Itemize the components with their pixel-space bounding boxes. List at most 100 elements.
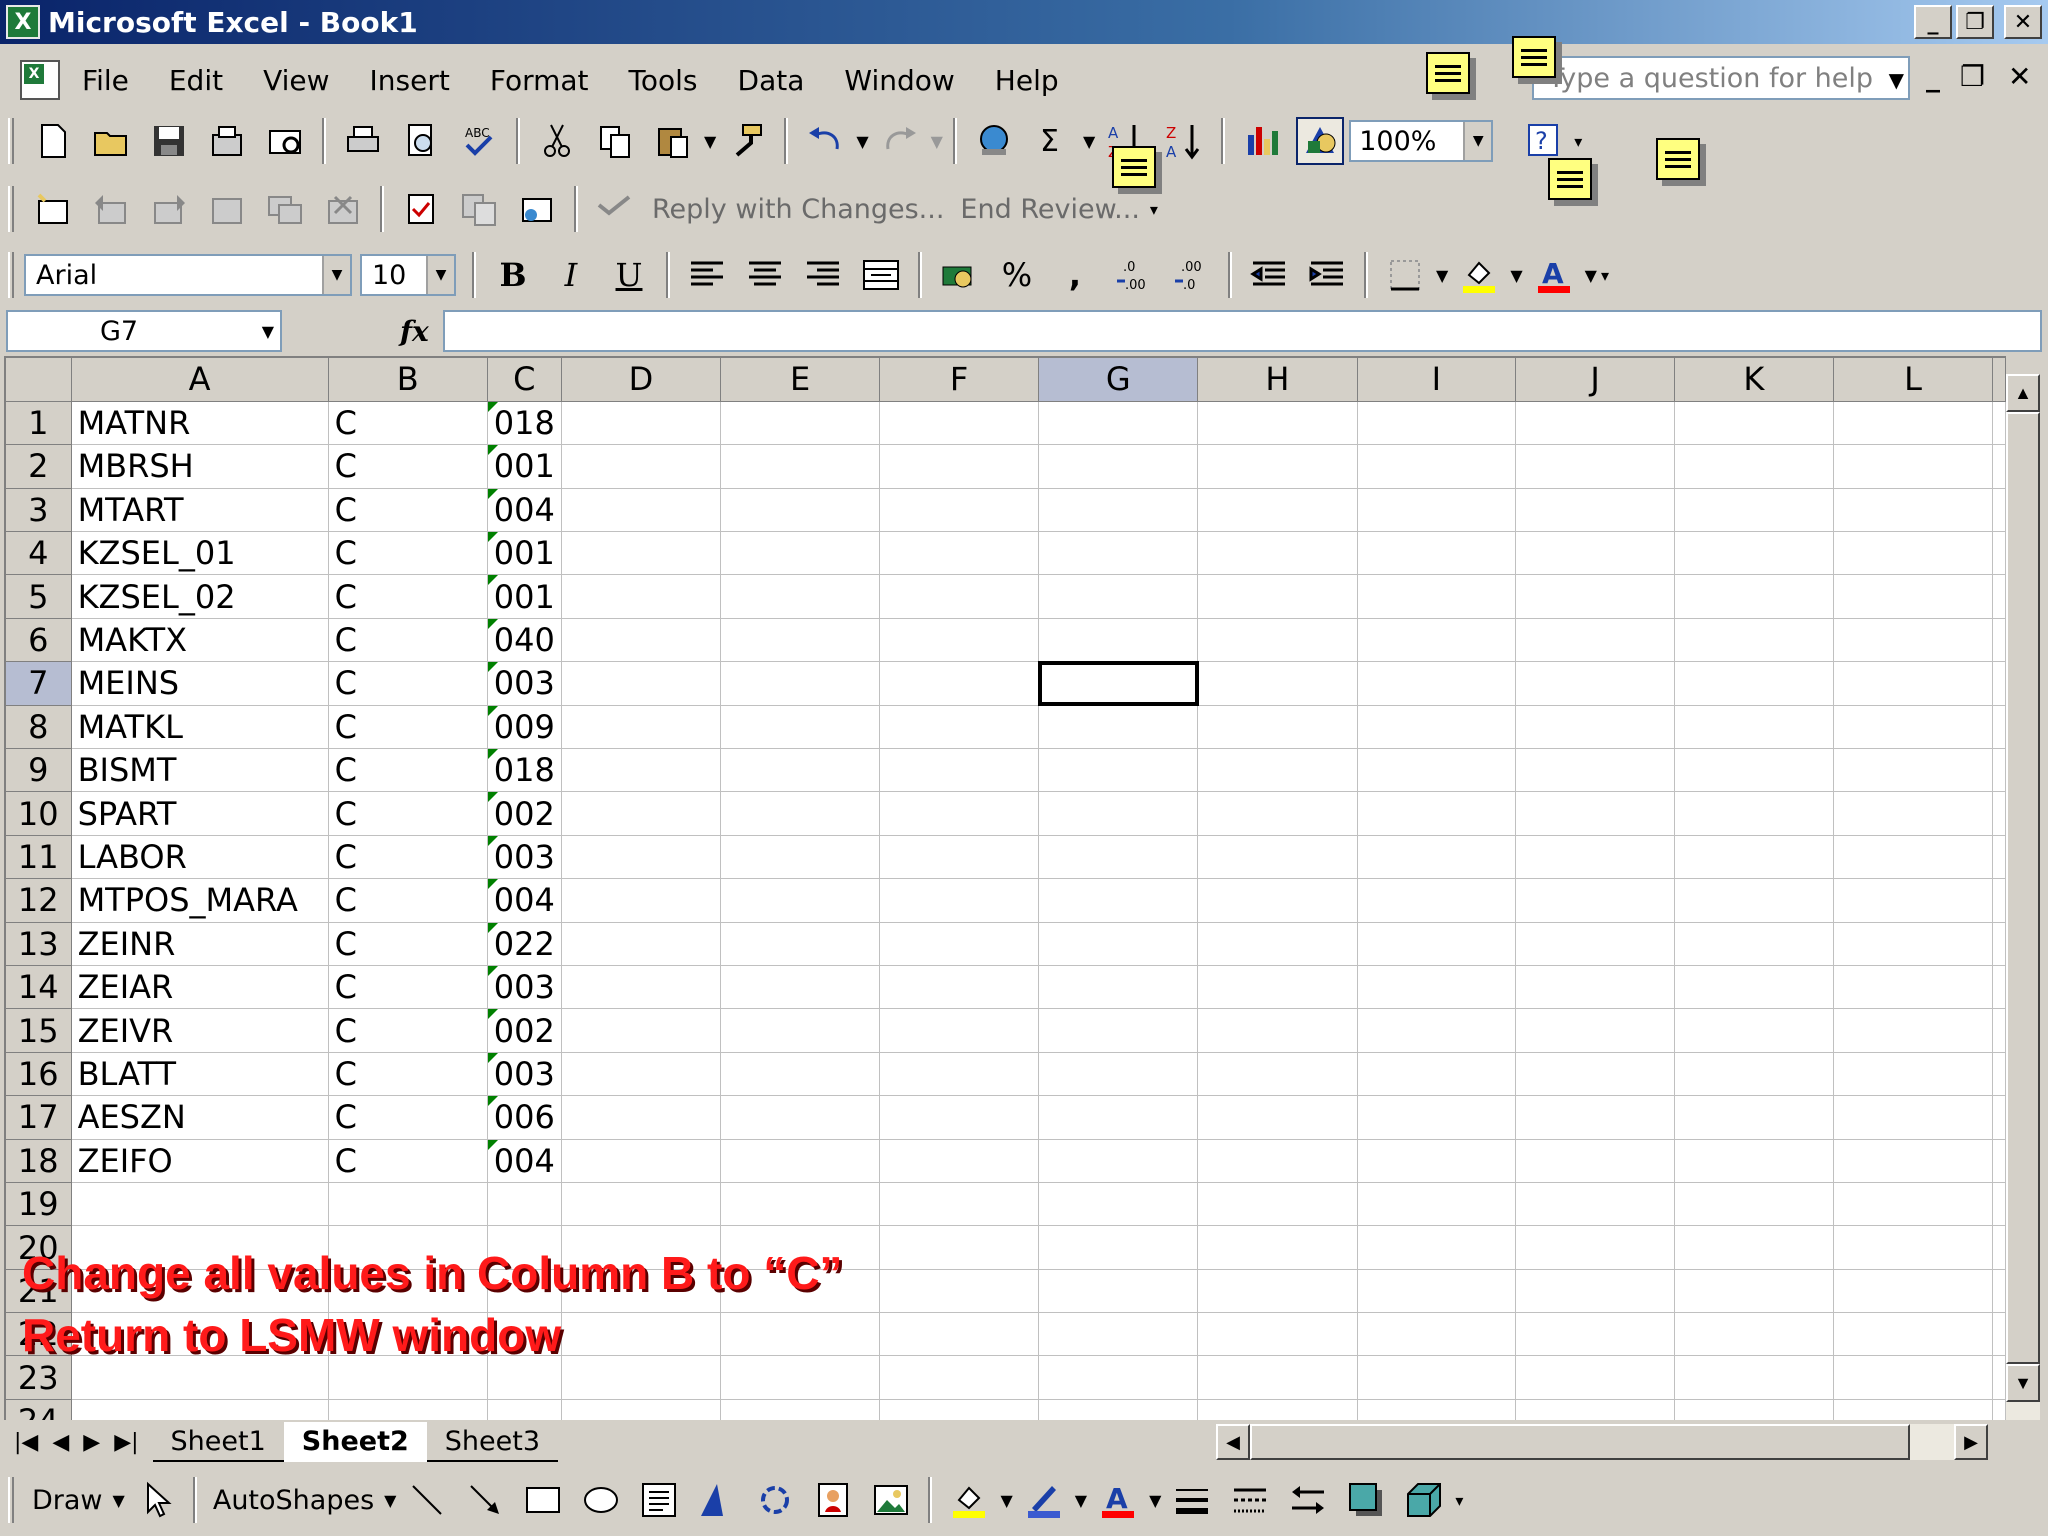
cell-f13[interactable] bbox=[879, 922, 1040, 966]
cell-a13[interactable]: ZEINR bbox=[71, 922, 329, 966]
cell-i24[interactable] bbox=[1357, 1399, 1517, 1420]
sticky-note-icon[interactable] bbox=[1112, 146, 1156, 188]
cell-f7[interactable] bbox=[879, 661, 1040, 706]
cell-l6[interactable] bbox=[1833, 618, 1994, 663]
cell-j22[interactable] bbox=[1515, 1312, 1675, 1357]
cell-h19[interactable] bbox=[1197, 1182, 1358, 1227]
cell-l14[interactable] bbox=[1833, 965, 1994, 1010]
cell-a2[interactable]: MBRSH bbox=[71, 444, 329, 489]
cell-a17[interactable]: AESZN bbox=[71, 1095, 329, 1140]
next-comment-icon[interactable] bbox=[145, 185, 193, 233]
cell-k19[interactable] bbox=[1674, 1182, 1834, 1227]
cell-g19[interactable] bbox=[1038, 1182, 1199, 1227]
next-sheet-icon[interactable]: ▶ bbox=[83, 1430, 100, 1455]
cell-l13[interactable] bbox=[1833, 922, 1994, 966]
cell-g15[interactable] bbox=[1038, 1008, 1199, 1053]
cell-i4[interactable] bbox=[1357, 531, 1517, 576]
cell-k6[interactable] bbox=[1674, 618, 1834, 663]
cell-d1[interactable] bbox=[561, 401, 722, 446]
cell-i22[interactable] bbox=[1357, 1312, 1517, 1357]
cell-f4[interactable] bbox=[879, 531, 1040, 576]
cell-d14[interactable] bbox=[561, 965, 722, 1010]
email-icon[interactable] bbox=[261, 117, 309, 165]
cell-m24[interactable] bbox=[1992, 1399, 2006, 1420]
cell-i2[interactable] bbox=[1357, 444, 1517, 489]
cell-l21[interactable] bbox=[1833, 1269, 1994, 1314]
cell-e9[interactable] bbox=[720, 748, 881, 793]
cell-h6[interactable] bbox=[1197, 618, 1358, 663]
cell-h13[interactable] bbox=[1197, 922, 1358, 966]
cell-l7[interactable] bbox=[1833, 661, 1994, 706]
cell-e2[interactable] bbox=[720, 444, 881, 489]
cell-h21[interactable] bbox=[1197, 1269, 1358, 1314]
cell-m14[interactable] bbox=[1992, 965, 2006, 1010]
font-color-dropdown-icon[interactable]: ▼ bbox=[1585, 266, 1597, 285]
cell-f5[interactable] bbox=[879, 574, 1040, 619]
font-size-dropdown-icon[interactable]: ▼ bbox=[426, 256, 454, 294]
cell-f9[interactable] bbox=[879, 748, 1040, 793]
cell-i20[interactable] bbox=[1357, 1225, 1517, 1270]
cell-c12[interactable]: 004 bbox=[487, 878, 562, 923]
reply-with-changes-button[interactable]: Reply with Changes... bbox=[652, 194, 944, 225]
hyperlink-icon[interactable] bbox=[970, 117, 1018, 165]
cell-i13[interactable] bbox=[1357, 922, 1517, 966]
column-header-c[interactable]: C bbox=[487, 358, 562, 402]
cell-l8[interactable] bbox=[1833, 705, 1994, 750]
cell-e19[interactable] bbox=[720, 1182, 881, 1227]
cell-k10[interactable] bbox=[1674, 791, 1834, 836]
cell-a8[interactable]: MATKL bbox=[71, 705, 329, 750]
end-review-button[interactable]: End Review... bbox=[960, 194, 1140, 225]
cell-e18[interactable] bbox=[720, 1139, 881, 1183]
cell-e3[interactable] bbox=[720, 488, 881, 533]
merge-center-icon[interactable] bbox=[857, 251, 905, 299]
cell-d24[interactable] bbox=[561, 1399, 722, 1420]
cell-l15[interactable] bbox=[1833, 1008, 1994, 1053]
workbook-icon[interactable] bbox=[20, 60, 60, 100]
cell-i10[interactable] bbox=[1357, 791, 1517, 836]
cell-i14[interactable] bbox=[1357, 965, 1517, 1010]
italic-button[interactable]: I bbox=[547, 251, 595, 299]
borders-dropdown-icon[interactable]: ▼ bbox=[1436, 266, 1448, 285]
cell-g13[interactable] bbox=[1038, 922, 1199, 966]
menu-help[interactable]: Help bbox=[995, 64, 1059, 97]
cell-a12[interactable]: MTPOS_MARA bbox=[71, 878, 329, 923]
dash-style-icon[interactable] bbox=[1226, 1476, 1274, 1524]
cell-j23[interactable] bbox=[1515, 1355, 1675, 1400]
row-header[interactable]: 4 bbox=[6, 531, 72, 576]
cell-f22[interactable] bbox=[879, 1312, 1040, 1357]
sticky-note-icon[interactable] bbox=[1512, 36, 1556, 78]
sheet-tab-sheet3[interactable]: Sheet3 bbox=[426, 1422, 559, 1462]
cell-k3[interactable] bbox=[1674, 488, 1834, 533]
scroll-down-icon[interactable]: ▼ bbox=[2006, 1364, 2040, 1402]
permission-icon[interactable] bbox=[203, 117, 251, 165]
font-color-icon[interactable]: A bbox=[1530, 251, 1578, 299]
cell-g20[interactable] bbox=[1038, 1225, 1199, 1270]
cell-c6[interactable]: 040 bbox=[487, 618, 562, 663]
help-question-box[interactable]: ▼ bbox=[1532, 56, 1910, 100]
cell-m6[interactable] bbox=[1992, 618, 2006, 663]
cell-l4[interactable] bbox=[1833, 531, 1994, 576]
cell-g12[interactable] bbox=[1038, 878, 1199, 923]
update-file-icon[interactable] bbox=[455, 185, 503, 233]
cell-c15[interactable]: 002 bbox=[487, 1008, 562, 1053]
menu-format[interactable]: Format bbox=[490, 64, 589, 97]
cell-i12[interactable] bbox=[1357, 878, 1517, 923]
cell-l2[interactable] bbox=[1833, 444, 1994, 489]
cell-b5[interactable]: C bbox=[328, 574, 488, 619]
cell-m9[interactable] bbox=[1992, 748, 2006, 793]
borders-icon[interactable] bbox=[1381, 251, 1429, 299]
cell-h17[interactable] bbox=[1197, 1095, 1358, 1140]
cell-m15[interactable] bbox=[1992, 1008, 2006, 1053]
cell-l11[interactable] bbox=[1833, 835, 1994, 880]
cell-b15[interactable]: C bbox=[328, 1008, 488, 1053]
font-name-dropdown-icon[interactable]: ▼ bbox=[322, 256, 350, 294]
cell-g18[interactable] bbox=[1038, 1139, 1199, 1183]
toolbar-grip[interactable] bbox=[8, 118, 14, 164]
zoom-combo[interactable]: 100% ▼ bbox=[1349, 120, 1494, 162]
cell-i3[interactable] bbox=[1357, 488, 1517, 533]
vertical-scroll-thumb[interactable] bbox=[2006, 412, 2040, 1364]
cell-a1[interactable]: MATNR bbox=[71, 401, 329, 446]
bold-button[interactable]: B bbox=[489, 251, 537, 299]
cell-b8[interactable]: C bbox=[328, 705, 488, 750]
cell-l12[interactable] bbox=[1833, 878, 1994, 923]
